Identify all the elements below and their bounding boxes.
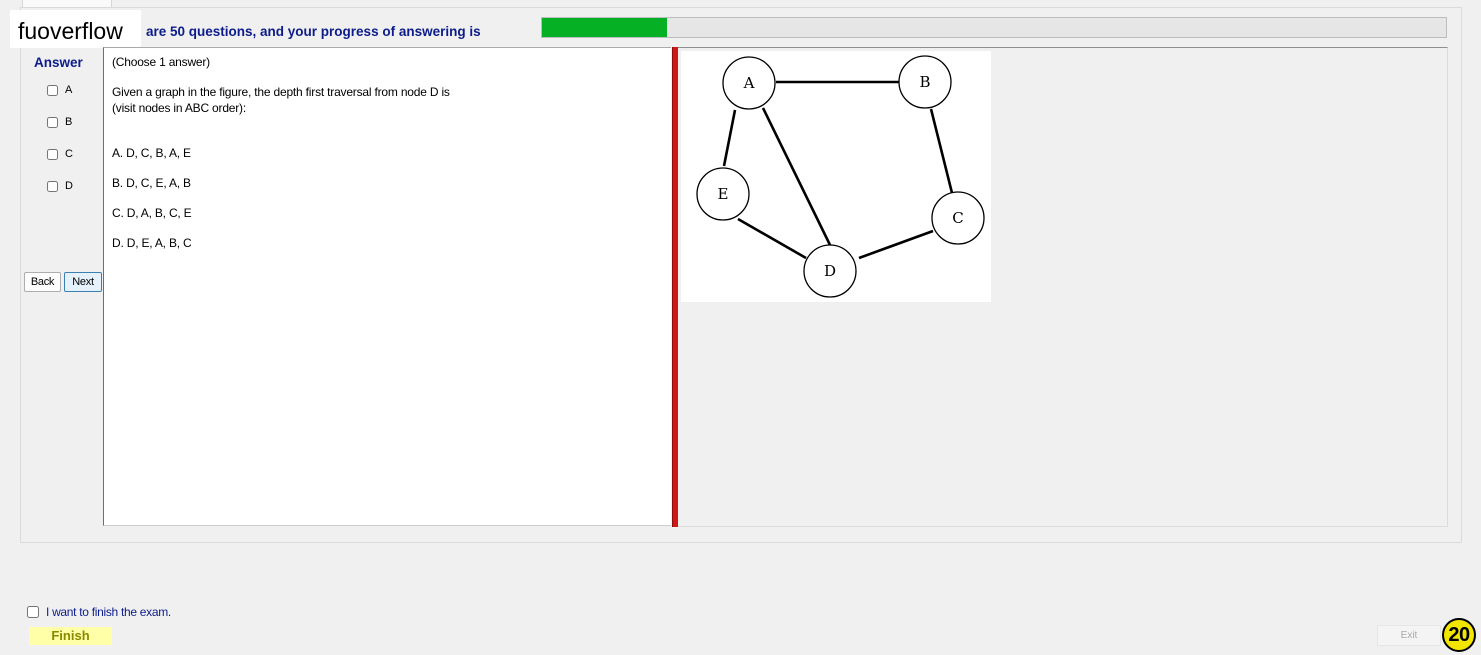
answer-option-label: B — [65, 116, 73, 128]
progress-bar — [541, 17, 1447, 38]
choice-b: B. D, C, E, A, B — [112, 176, 191, 190]
answer-title: Answer — [34, 55, 83, 70]
answer-option-c[interactable]: C — [47, 146, 73, 162]
edge-b-c — [929, 108, 954, 194]
edge-a-e — [722, 109, 737, 167]
answer-checkbox-a[interactable] — [47, 84, 58, 96]
question-image-area: A B C D E — [678, 47, 1448, 527]
choice-c: C. D, A, B, C, E — [112, 206, 192, 220]
exit-button[interactable]: Exit — [1377, 625, 1441, 646]
answer-option-label: C — [65, 148, 73, 160]
answer-checkbox-c[interactable] — [47, 148, 58, 160]
question-text-cont: (visit nodes in ABC order): — [112, 101, 246, 115]
answer-option-label: A — [65, 84, 73, 96]
question-number-badge: 20 — [1442, 618, 1476, 652]
answer-option-label: D — [65, 180, 73, 192]
edge-a-d — [761, 107, 833, 248]
answer-option-d[interactable]: D — [47, 178, 73, 194]
node-label-d: D — [824, 262, 836, 280]
edge-d-c — [858, 229, 934, 260]
back-button[interactable]: Back — [24, 272, 61, 292]
progress-label: are 50 questions, and your progress of a… — [146, 24, 481, 39]
answer-checkbox-d[interactable] — [47, 180, 58, 192]
watermark-logo: fuoverflow — [10, 10, 141, 48]
node-label-b: B — [919, 73, 930, 91]
graph-diagram: A B C D E — [696, 55, 985, 298]
next-button[interactable]: Next — [64, 272, 102, 292]
answer-option-b[interactable]: B — [47, 114, 72, 130]
finish-exam-label: I want to finish the exam. — [46, 605, 171, 619]
choice-d: D. D, E, A, B, C — [112, 236, 192, 250]
answer-option-a[interactable]: A — [47, 82, 72, 98]
finish-exam-option[interactable]: I want to finish the exam. — [27, 605, 171, 619]
node-label-c: C — [952, 209, 963, 227]
answer-checkbox-b[interactable] — [47, 116, 58, 128]
node-label-a: A — [743, 74, 755, 92]
progress-bar-fill — [542, 18, 667, 37]
choice-a: A. D, C, B, A, E — [112, 146, 191, 160]
question-text: Given a graph in the figure, the depth f… — [112, 85, 450, 99]
finish-button[interactable]: Finish — [29, 627, 112, 645]
question-text-box[interactable]: (Choose 1 answer) Given a graph in the f… — [103, 47, 671, 526]
question-instruction: (Choose 1 answer) — [112, 55, 210, 69]
graph-figure: A B C D E — [681, 51, 991, 302]
edge-e-d — [737, 217, 807, 260]
finish-exam-checkbox[interactable] — [27, 606, 39, 618]
node-label-e: E — [718, 185, 729, 203]
